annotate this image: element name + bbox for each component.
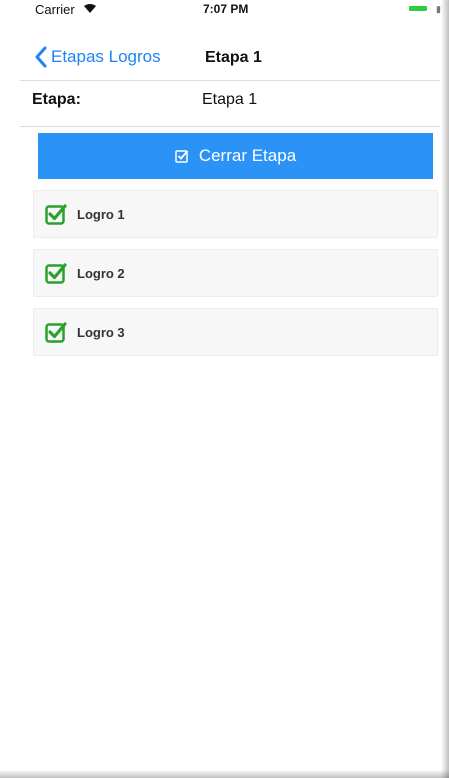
- frame-shadow-right: [441, 0, 449, 778]
- clock: 7:07 PM: [203, 2, 249, 16]
- etapa-value: Etapa 1: [202, 91, 258, 108]
- logro-item[interactable]: Logro 2: [33, 249, 438, 297]
- back-button[interactable]: Etapas Logros: [34, 46, 161, 68]
- logro-label: Logro 2: [77, 265, 125, 281]
- chevron-left-icon: [35, 46, 47, 68]
- logro-list: Logro 1 Logro 2 Logro 3: [33, 190, 438, 367]
- navigation-bar: Etapas Logros Etapa 1: [20, 42, 440, 81]
- check-square-icon[interactable]: [45, 321, 67, 343]
- close-stage-button[interactable]: Cerrar Etapa: [38, 133, 433, 179]
- check-square-icon[interactable]: [45, 203, 67, 225]
- etapa-row: Etapa: Etapa 1: [20, 82, 440, 127]
- frame-shadow-bottom: [0, 770, 449, 778]
- logro-label: Logro 3: [77, 324, 125, 340]
- etapa-label: Etapa:: [32, 91, 81, 108]
- page-title: Etapa 1: [205, 49, 262, 66]
- wifi-icon: [84, 4, 97, 16]
- carrier-text: Carrier: [35, 2, 75, 17]
- battery-icon: [409, 6, 427, 11]
- logro-item[interactable]: Logro 3: [33, 308, 438, 356]
- back-button-label: Etapas Logros: [51, 47, 161, 66]
- logro-item[interactable]: Logro 1: [33, 190, 438, 238]
- close-stage-button-label: Cerrar Etapa: [198, 146, 297, 165]
- check-square-icon: [175, 150, 189, 163]
- check-square-icon[interactable]: [45, 262, 67, 284]
- carrier-label: Carrier: [35, 2, 97, 17]
- logro-label: Logro 1: [77, 206, 125, 222]
- status-bar: Carrier 7:07 PM ▮: [0, 0, 449, 36]
